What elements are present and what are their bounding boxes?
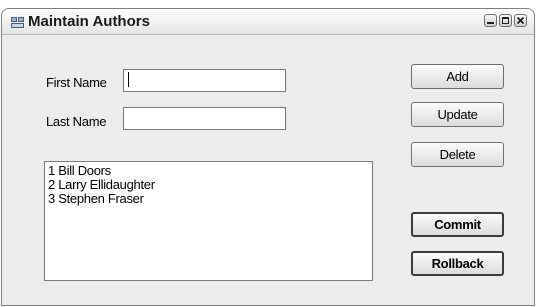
first-name-label: First Name	[46, 75, 107, 90]
commit-button[interactable]: Commit	[411, 212, 504, 237]
list-item[interactable]: 2 Larry Ellidaughter	[48, 178, 369, 192]
last-name-label: Last Name	[46, 114, 107, 129]
maximize-button[interactable]	[499, 14, 512, 27]
authors-listbox[interactable]: 1 Bill Doors 2 Larry Ellidaughter 3 Step…	[44, 161, 373, 281]
maximize-icon	[502, 17, 509, 24]
form-window-icon	[11, 17, 24, 28]
title-bar[interactable]: Maintain Authors	[2, 9, 534, 35]
minimize-button[interactable]	[484, 14, 497, 27]
rollback-button[interactable]: Rollback	[411, 251, 504, 276]
close-button[interactable]	[514, 14, 527, 27]
text-caret	[128, 72, 129, 87]
list-item[interactable]: 3 Stephen Fraser	[48, 192, 369, 206]
delete-button[interactable]: Delete	[411, 142, 504, 167]
first-name-input[interactable]	[123, 69, 286, 92]
window-title: Maintain Authors	[28, 13, 150, 30]
minimize-icon	[487, 22, 494, 24]
last-name-input[interactable]	[123, 107, 286, 130]
list-item[interactable]: 1 Bill Doors	[48, 164, 369, 178]
add-button[interactable]: Add	[411, 64, 504, 89]
close-icon	[516, 16, 525, 25]
update-button[interactable]: Update	[411, 102, 504, 127]
